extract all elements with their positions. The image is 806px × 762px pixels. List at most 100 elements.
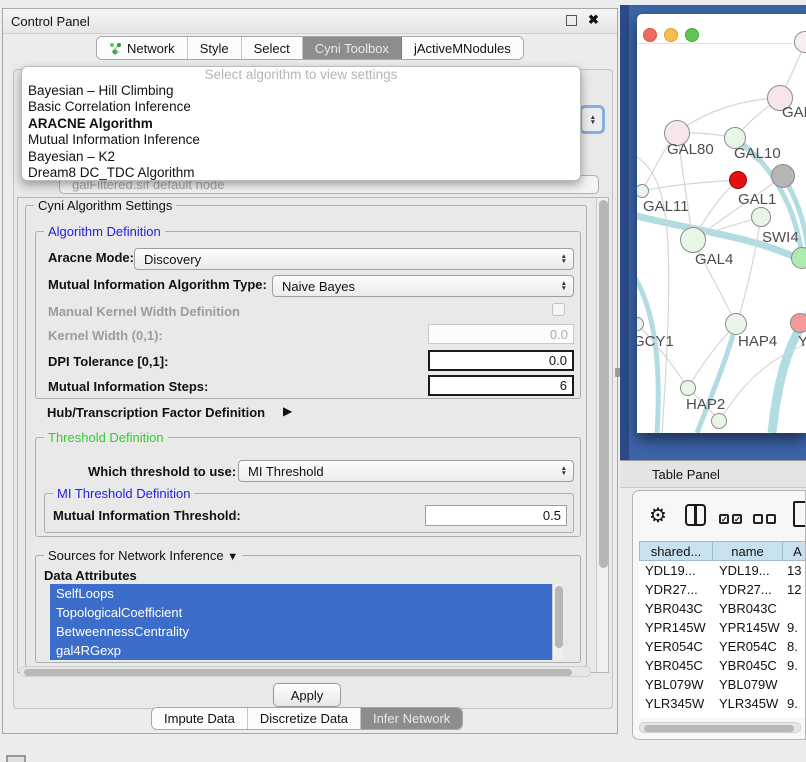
combo-value: Discovery [144,252,201,267]
dropdown-item[interactable]: Dream8 DC_TDC Algorithm [22,165,580,181]
aracne-mode-combo[interactable]: Discovery ▲▼ [134,248,574,270]
float-window-icon[interactable] [566,15,577,26]
collapse-down-icon[interactable]: ▼ [227,551,238,563]
combo-value: Naive Bayes [282,279,355,294]
column-header[interactable]: A [783,541,806,561]
network-node-hap2[interactable] [680,380,696,396]
tab-label: jActiveMNodules [414,41,511,56]
algorithm-definition-group: Algorithm Definition Aracne Mode: Discov… [35,231,581,399]
list-item[interactable]: BetweennessCentrality [50,622,552,641]
tab-label: Network [127,41,175,56]
tab-label: Cyni Toolbox [315,41,389,56]
mi-threshold-input[interactable]: 0.5 [425,505,567,526]
apply-button[interactable]: Apply [273,683,341,707]
table-panel-title: Table Panel [652,467,720,482]
tab-label: Impute Data [164,711,235,726]
tab-select[interactable]: Select [242,37,303,59]
tab-infer-network[interactable]: Infer Network [361,708,462,729]
node-label: GAL1 [738,191,776,208]
network-node-swi4[interactable] [791,247,806,269]
table-row[interactable]: YDR27...YDR27...12 [639,580,806,599]
mi-algorithm-type-combo[interactable]: Naive Bayes ▲▼ [272,275,574,297]
network-node-hap4[interactable] [725,313,747,335]
expand-right-icon[interactable]: ▶ [283,404,292,418]
column-header[interactable]: shared... [639,541,713,561]
node-label: HAP4 [738,333,777,350]
node-label: GAL10 [734,145,781,162]
node-label: HAP2 [686,396,725,413]
network-node-gal1[interactable] [751,207,771,227]
network-node[interactable] [711,413,727,429]
dropdown-item[interactable]: Mutual Information Inference [22,132,580,148]
table-row[interactable]: YLR345WYLR345W9. [639,694,806,713]
list-scrollbar[interactable] [552,584,563,660]
list-scrollbar-thumb[interactable] [555,586,563,648]
import-table-icon[interactable] [793,501,806,527]
table-horizontal-scrollbar[interactable] [639,722,801,733]
tab-impute-data[interactable]: Impute Data [152,708,248,729]
table-row[interactable]: YER054CYER054C8. [639,637,806,656]
table-row[interactable]: YDL19...YDL19...13 [639,561,806,580]
hub-definition-label[interactable]: Hub/Transcription Factor Definition [47,405,265,420]
node-label: GCY1 [637,333,674,350]
table-horizontal-thumb[interactable] [644,725,794,732]
network-node-salmon[interactable] [790,313,806,333]
list-item[interactable]: SelfLoops [50,584,552,603]
dropdown-item[interactable]: Bayesian – Hill Climbing [22,83,580,99]
mi-steps-input[interactable]: 6 [428,375,574,396]
network-node-gray[interactable] [771,164,795,188]
settings-vertical-thumb[interactable] [599,200,608,568]
table-row[interactable]: YBR043CYBR043C [639,599,806,618]
settings-horizontal-scrollbar[interactable] [19,666,591,677]
close-icon[interactable]: ✖ [588,12,599,28]
which-threshold-combo[interactable]: MI Threshold ▲▼ [238,460,574,482]
tab-cyni-toolbox[interactable]: Cyni Toolbox [303,37,402,59]
columns-icon[interactable] [685,504,706,526]
mi-threshold-group: MI Threshold Definition Mutual Informati… [44,493,574,533]
column-header[interactable]: name [713,541,783,561]
network-node-gal4[interactable] [680,227,706,253]
network-node-red[interactable] [729,171,747,189]
manual-kernel-width-checkbox[interactable] [552,303,565,316]
settings-horizontal-thumb[interactable] [24,669,572,676]
table-row[interactable]: YBR045CYBR045C9. [639,656,806,675]
tab-discretize-data[interactable]: Discretize Data [248,708,361,729]
tab-network[interactable]: Network [97,37,188,59]
input-value: 0.5 [543,508,561,523]
spinner-icon: ▲▼ [561,254,567,264]
which-threshold-label: Which threshold to use: [88,464,236,479]
tab-jactivemnodules[interactable]: jActiveMNodules [402,37,523,59]
mi-algorithm-type-label: Mutual Information Algorithm Type: [48,277,267,292]
node-label: GAL11 [643,198,689,215]
tab-style[interactable]: Style [188,37,242,59]
settings-vertical-scrollbar[interactable] [596,198,608,672]
table-row[interactable]: YPR145WYPR145W9. [639,618,806,637]
group-title: Algorithm Definition [44,224,165,239]
table-row[interactable]: YIL052CYIL052C9 [639,713,806,718]
docked-panel-icon[interactable] [6,755,26,762]
inference-algorithm-combo-fragment[interactable]: ▲▼ [579,105,605,134]
dropdown-item[interactable]: Basic Correlation Inference [22,99,580,115]
table-row[interactable]: YBL079WYBL079W [639,675,806,694]
node-label: GAL80 [667,141,714,158]
aracne-mode-label: Aracne Mode: [48,250,134,265]
dpi-tolerance-input[interactable]: 0.0 [428,350,574,371]
kernel-width-input[interactable]: 0.0 [428,324,574,344]
list-item[interactable]: gal4RGexp [50,641,552,660]
group-title: Threshold Definition [44,430,168,445]
dropdown-item-selected[interactable]: ARACNE Algorithm [22,116,580,132]
network-view-window[interactable]: GAL GAL80 GAL10 GAL11 GAL1 SWI4 GAL4 GCY… [637,14,806,433]
group-title[interactable]: Sources for Network Inference ▼ [44,548,242,563]
spinner-icon: ▲▼ [561,466,567,476]
gear-icon[interactable]: ⚙ [649,503,667,528]
spinner-icon: ▲▼ [590,115,596,125]
dropdown-item[interactable]: Bayesian – K2 [22,149,580,165]
tab-label: Infer Network [373,711,450,726]
dpi-tolerance-label: DPI Tolerance [0,1]: [48,354,168,369]
data-attributes-label: Data Attributes [44,568,137,583]
dropdown-placeholder: Select algorithm to view settings [22,67,580,83]
deselect-all-checkboxes-icon[interactable] [753,510,776,528]
select-all-checkboxes-icon[interactable]: ✓✓ [719,510,742,528]
list-item[interactable]: TopologicalCoefficient [50,603,552,622]
data-attributes-list[interactable]: SelfLoops TopologicalCoefficient Between… [50,584,552,660]
